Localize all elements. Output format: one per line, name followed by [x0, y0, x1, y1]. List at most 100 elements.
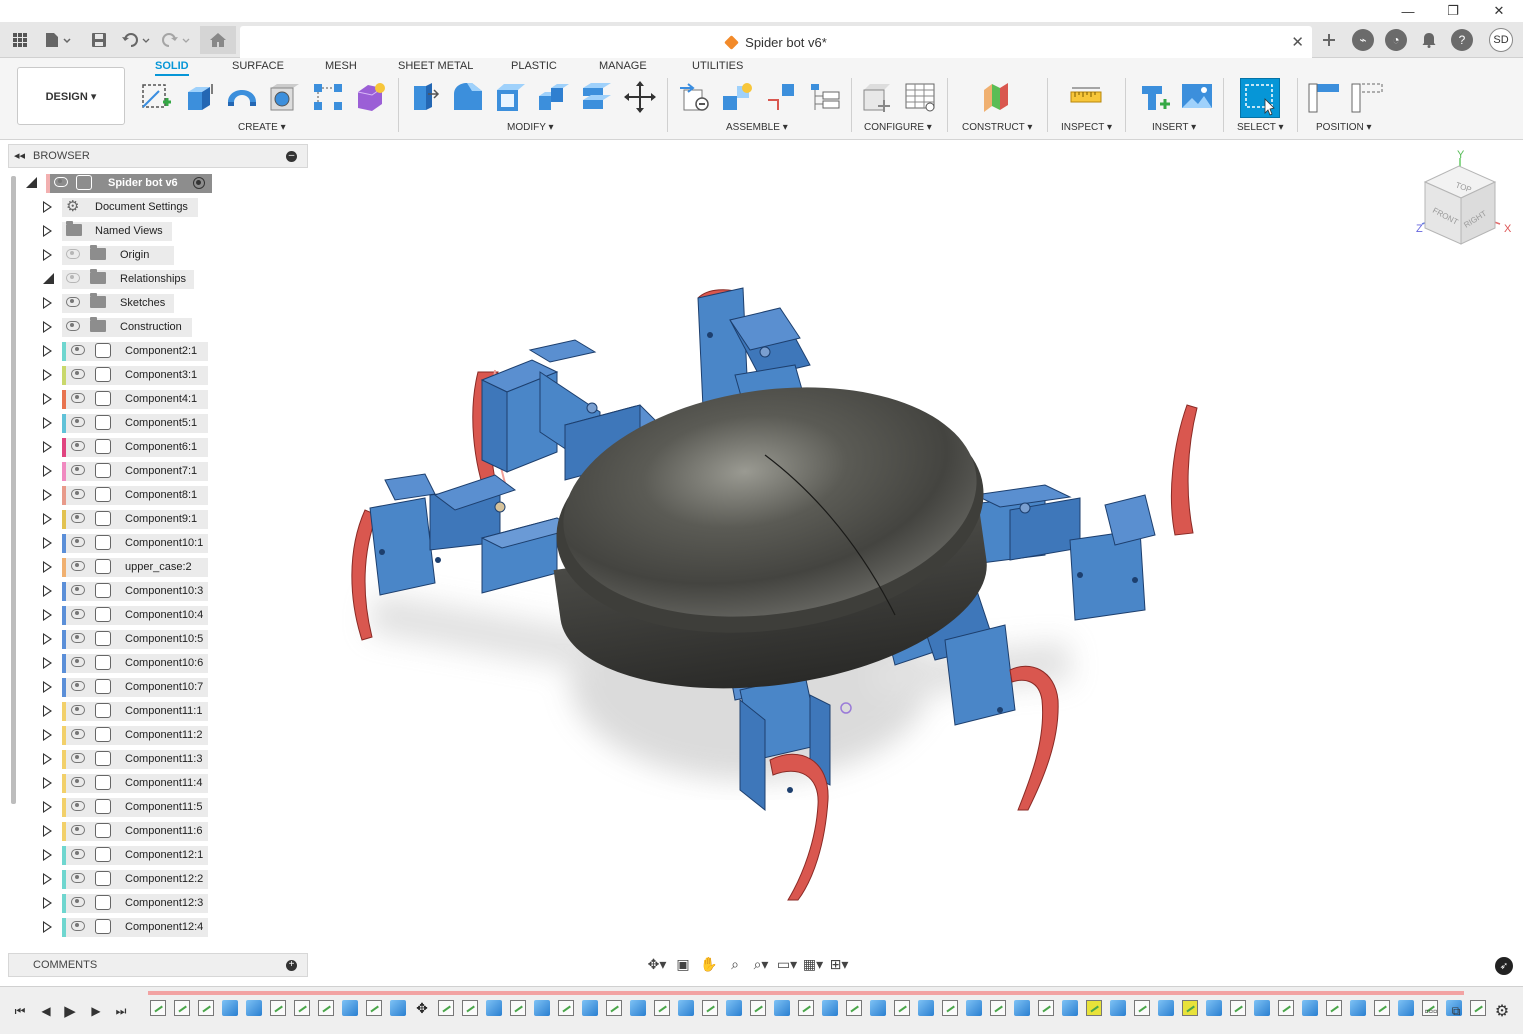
- expand-triangle-icon[interactable]: [43, 873, 52, 885]
- eye-icon[interactable]: [66, 297, 80, 307]
- timeline-feature-icon[interactable]: [342, 1000, 358, 1016]
- tab-plastic[interactable]: PLASTIC: [511, 60, 557, 72]
- insert-menu[interactable]: INSERT ▾: [1152, 122, 1196, 133]
- eye-icon[interactable]: [71, 441, 85, 451]
- configure-icon[interactable]: [860, 80, 894, 114]
- timeline-sketch-icon[interactable]: [1470, 1000, 1486, 1016]
- browser-row[interactable]: upper_case:2: [8, 556, 308, 578]
- undo-icon[interactable]: [120, 29, 152, 51]
- browser-row[interactable]: Component11:3: [8, 748, 308, 770]
- expand-triangle-icon[interactable]: [43, 801, 52, 813]
- timeline-sketch-icon[interactable]: [606, 1000, 622, 1016]
- expand-triangle-icon[interactable]: [43, 849, 52, 861]
- notifications-icon[interactable]: [1418, 29, 1440, 51]
- create-sketch-icon[interactable]: [139, 80, 173, 114]
- timeline-sketch-icon[interactable]: [462, 1000, 478, 1016]
- timeline-sketch-icon[interactable]: [318, 1000, 334, 1016]
- timeline-sketch-icon[interactable]: [270, 1000, 286, 1016]
- browser-row[interactable]: Component10:5: [8, 628, 308, 650]
- joint-icon[interactable]: [721, 80, 755, 114]
- timeline-feature-icon[interactable]: [1110, 1000, 1126, 1016]
- timeline-feature-icon[interactable]: [1062, 1000, 1078, 1016]
- select-button[interactable]: [1240, 78, 1280, 118]
- leg-middle-right[interactable]: [964, 404, 1198, 621]
- expand-triangle-icon[interactable]: [43, 777, 52, 789]
- tab-surface[interactable]: SURFACE: [232, 60, 284, 72]
- eye-icon[interactable]: [71, 393, 85, 403]
- expand-triangle-icon[interactable]: [43, 225, 52, 237]
- browser-row[interactable]: Component12:3: [8, 892, 308, 914]
- timeline-feature-icon[interactable]: [678, 1000, 694, 1016]
- extensions-icon[interactable]: ⌁: [1352, 29, 1374, 51]
- timeline-sketch-icon[interactable]: [1230, 1000, 1246, 1016]
- user-avatar[interactable]: SD: [1489, 28, 1513, 52]
- expand-triangle-icon[interactable]: [43, 729, 52, 741]
- step-forward-icon[interactable]: ▶: [86, 1002, 106, 1020]
- timeline-feature-icon[interactable]: [1398, 1000, 1414, 1016]
- timeline-sketch-icon[interactable]: [558, 1000, 574, 1016]
- timeline-feature-icon[interactable]: [1350, 1000, 1366, 1016]
- eye-icon[interactable]: [71, 657, 85, 667]
- browser-row[interactable]: Sketches: [8, 292, 308, 314]
- press-pull-icon[interactable]: [408, 80, 442, 114]
- insert-derive-icon[interactable]: [1138, 80, 1172, 114]
- browser-row[interactable]: Relationships: [8, 268, 308, 290]
- eye-icon[interactable]: [71, 537, 85, 547]
- new-tab-icon[interactable]: [1318, 29, 1340, 51]
- assemble-menu[interactable]: ASSEMBLE ▾: [726, 122, 788, 133]
- eye-icon[interactable]: [71, 633, 85, 643]
- eye-icon[interactable]: [71, 873, 85, 883]
- document-tab[interactable]: Spider bot v6* ✕: [240, 26, 1312, 58]
- extrude-icon[interactable]: [182, 80, 216, 114]
- eye-icon[interactable]: [71, 513, 85, 523]
- workspace-switcher[interactable]: DESIGN ▾: [17, 67, 125, 125]
- zoom-icon[interactable]: ⌕: [723, 953, 747, 975]
- expand-triangle-icon[interactable]: [43, 657, 52, 669]
- step-back-icon[interactable]: ◀: [36, 1002, 56, 1020]
- timeline-sketch-icon[interactable]: [1038, 1000, 1054, 1016]
- eye-icon[interactable]: [71, 345, 85, 355]
- collapse-triangle-icon[interactable]: [43, 273, 55, 285]
- timeline-marker-icon[interactable]: ⧉: [1446, 1002, 1466, 1020]
- browser-row[interactable]: Component3:1: [8, 364, 308, 386]
- pattern-icon[interactable]: [311, 80, 345, 114]
- activity-icon[interactable]: ➶: [1495, 957, 1513, 975]
- browser-row[interactable]: Component2:1: [8, 340, 308, 362]
- eye-icon[interactable]: [71, 417, 85, 427]
- shell-icon[interactable]: [494, 80, 528, 114]
- browser-row[interactable]: ⚙ Document Settings: [8, 196, 308, 218]
- split-body-icon[interactable]: [580, 80, 614, 114]
- timeline-feature-icon[interactable]: [966, 1000, 982, 1016]
- eye-icon[interactable]: [71, 849, 85, 859]
- eye-hidden-icon[interactable]: [66, 249, 80, 259]
- eye-icon[interactable]: [71, 465, 85, 475]
- app-grid-icon[interactable]: [9, 29, 31, 51]
- timeline-feature-icon[interactable]: [582, 1000, 598, 1016]
- expand-triangle-icon[interactable]: [43, 201, 52, 213]
- browser-row[interactable]: Component11:5: [8, 796, 308, 818]
- position-menu[interactable]: POSITION ▾: [1316, 122, 1372, 133]
- revert-position-icon[interactable]: [1350, 80, 1384, 114]
- eye-icon[interactable]: [66, 321, 80, 331]
- expand-triangle-icon[interactable]: [43, 321, 52, 333]
- browser-row[interactable]: Component5:1: [8, 412, 308, 434]
- eye-icon[interactable]: [71, 561, 85, 571]
- browser-row[interactable]: Component11:6: [8, 820, 308, 842]
- timeline-sketch-icon[interactable]: [294, 1000, 310, 1016]
- browser-row[interactable]: Component11:1: [8, 700, 308, 722]
- eye-icon[interactable]: [71, 825, 85, 835]
- viewcube[interactable]: TOP FRONT RIGHT Y X Z: [1416, 149, 1512, 245]
- browser-row[interactable]: Component10:4: [8, 604, 308, 626]
- expand-triangle-icon[interactable]: [43, 441, 52, 453]
- expand-triangle-icon[interactable]: [43, 345, 52, 357]
- eye-icon[interactable]: [71, 753, 85, 763]
- expand-triangle-icon[interactable]: [43, 705, 52, 717]
- minimize-button[interactable]: —: [1385, 0, 1431, 22]
- eye-icon[interactable]: [71, 489, 85, 499]
- browser-row[interactable]: Component10:6: [8, 652, 308, 674]
- as-built-joint-icon[interactable]: [764, 80, 798, 114]
- display-settings-icon[interactable]: ▭▾: [775, 953, 799, 975]
- tab-utilities[interactable]: UTILITIES: [692, 60, 743, 72]
- move-copy-icon[interactable]: [623, 80, 657, 114]
- timeline-sketch-icon[interactable]: [750, 1000, 766, 1016]
